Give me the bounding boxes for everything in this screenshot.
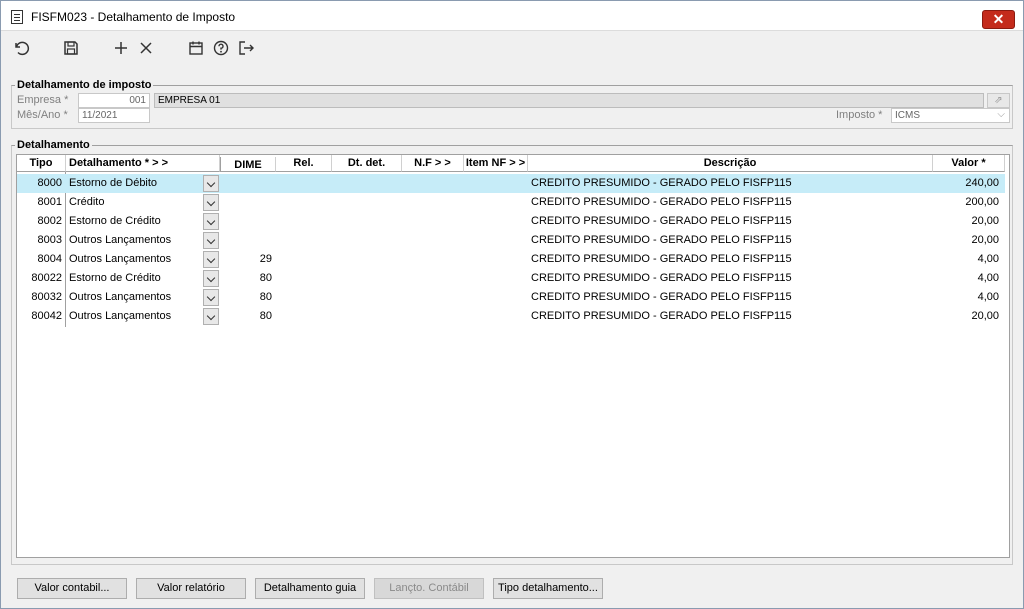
cell-tipo[interactable]: 80042 (17, 307, 62, 326)
table-row[interactable]: 80032 Outros Lançamentos 80 CREDITO PRESUMI… (17, 288, 1005, 307)
cell-valor[interactable]: 20,00 (933, 231, 999, 250)
cell-tipo[interactable]: 8003 (17, 231, 62, 250)
table-row[interactable]: 8002 Estorno de Crédito CREDITO PRESUMIDO … (17, 212, 1005, 231)
cell-dime[interactable]: 80 (220, 307, 272, 326)
cell-dime[interactable] (220, 174, 272, 193)
cell-detalhamento[interactable]: Outros Lançamentos (69, 231, 201, 250)
mes-ano-label: Mês/Ano * (17, 109, 68, 121)
cell-valor[interactable]: 200,00 (933, 193, 999, 212)
cell-valor[interactable]: 4,00 (933, 250, 999, 269)
cell-valor[interactable]: 4,00 (933, 269, 999, 288)
cell-descricao[interactable]: CREDITO PRESUMIDO - GERADO PELO FISFP115 (531, 307, 931, 326)
detail-grid: Tipo Detalhamento * > > DIME Rel. Dt. de… (16, 154, 1010, 558)
table-row[interactable]: 80042 Outros Lançamentos 80 CREDITO PRESUMI… (17, 307, 1005, 326)
cell-tipo[interactable]: 8000 (17, 174, 62, 193)
table-row[interactable]: 8004 Outros Lançamentos 29 CREDITO PRESUMID… (17, 250, 1005, 269)
cell-tipo[interactable]: 8004 (17, 250, 62, 269)
detail-group-legend: Detalhamento (15, 139, 92, 151)
empresa-label: Empresa * (17, 94, 69, 106)
detalhamento-guia-button[interactable]: Detalhamento guia (255, 578, 365, 599)
col-header-descricao[interactable]: Descrição (528, 155, 933, 172)
cell-detalhamento[interactable]: Estorno de Crédito (69, 269, 201, 288)
cell-tipo[interactable]: 8002 (17, 212, 62, 231)
cell-detalhamento[interactable]: Crédito (69, 193, 201, 212)
cell-valor[interactable]: 4,00 (933, 288, 999, 307)
toolbar (1, 32, 1023, 64)
cell-descricao[interactable]: CREDITO PRESUMIDO - GERADO PELO FISFP115 (531, 193, 931, 212)
cell-valor[interactable]: 20,00 (933, 212, 999, 231)
col-header-dime[interactable]: DIME (220, 157, 276, 172)
table-row[interactable]: 8003 Outros Lançamentos CREDITO PRESUMIDO … (17, 231, 1005, 250)
table-row[interactable]: 8001 Crédito CREDITO PRESUMIDO - GERADO PE… (17, 193, 1005, 212)
lancto-contabil-button: Lançto. Contábil (374, 578, 484, 599)
cell-detalhamento[interactable]: Estorno de Débito (69, 174, 201, 193)
col-header-dt-det[interactable]: Dt. det. (332, 155, 402, 172)
cell-descricao[interactable]: CREDITO PRESUMIDO - GERADO PELO FISFP115 (531, 250, 931, 269)
undo-icon[interactable] (12, 39, 32, 59)
chevron-down-icon: ⌵ (997, 109, 1005, 120)
valor-relatorio-button[interactable]: Valor relatório (136, 578, 246, 599)
tipo-detalhamento-button[interactable]: Tipo detalhamento... (493, 578, 603, 599)
chevron-down-icon[interactable] (203, 251, 219, 268)
save-icon[interactable] (62, 39, 82, 59)
title-bar: FISFM023 - Detalhamento de Imposto ✕ (1, 1, 1023, 31)
exit-icon[interactable] (237, 39, 257, 59)
empresa-lookup-icon[interactable]: ⇗ (987, 93, 1010, 108)
cell-detalhamento[interactable]: Outros Lançamentos (69, 250, 201, 269)
cell-detalhamento[interactable]: Outros Lançamentos (69, 288, 201, 307)
cell-detalhamento[interactable]: Outros Lançamentos (69, 307, 201, 326)
empresa-code-field[interactable]: 001 (78, 93, 150, 108)
cell-detalhamento[interactable]: Estorno de Crédito (69, 212, 201, 231)
col-header-valor[interactable]: Valor * (933, 155, 1005, 172)
mes-ano-field[interactable]: 11/2021 (78, 108, 150, 123)
main-window: FISFM023 - Detalhamento de Imposto ✕ Det… (0, 0, 1024, 609)
cell-dime[interactable]: 80 (220, 288, 272, 307)
cell-valor[interactable]: 20,00 (933, 307, 999, 326)
cell-descricao[interactable]: CREDITO PRESUMIDO - GERADO PELO FISFP115 (531, 231, 931, 250)
cell-dime[interactable]: 80 (220, 269, 272, 288)
col-header-nf[interactable]: N.F > > (402, 155, 464, 172)
col-header-tipo[interactable]: Tipo (17, 155, 66, 172)
window-title: FISFM023 - Detalhamento de Imposto (31, 10, 236, 24)
table-row[interactable]: 8000 Estorno de Débito CREDITO PRESUMIDO -… (17, 174, 1005, 193)
chevron-down-icon[interactable] (203, 213, 219, 230)
delete-icon[interactable] (137, 39, 157, 59)
cell-descricao[interactable]: CREDITO PRESUMIDO - GERADO PELO FISFP115 (531, 269, 931, 288)
chevron-down-icon[interactable] (203, 289, 219, 306)
chevron-down-icon[interactable] (203, 194, 219, 211)
col-header-rel[interactable]: Rel. (276, 155, 332, 172)
imposto-value: ICMS (895, 110, 920, 121)
cell-dime[interactable]: 29 (220, 250, 272, 269)
valor-contabil-button[interactable]: Valor contabil... (17, 578, 127, 599)
cell-valor[interactable]: 240,00 (933, 174, 999, 193)
chevron-down-icon[interactable] (203, 270, 219, 287)
header-group-legend: Detalhamento de imposto (15, 79, 154, 91)
col-header-detalhamento[interactable]: Detalhamento * > > (66, 155, 220, 172)
cell-dime[interactable] (220, 212, 272, 231)
imposto-select[interactable]: ICMS ⌵ (891, 108, 1010, 123)
cell-dime[interactable] (220, 193, 272, 212)
cell-tipo[interactable]: 8001 (17, 193, 62, 212)
cell-tipo[interactable]: 80022 (17, 269, 62, 288)
cell-descricao[interactable]: CREDITO PRESUMIDO - GERADO PELO FISFP115 (531, 174, 931, 193)
chevron-down-icon[interactable] (203, 308, 219, 325)
chevron-down-icon[interactable] (203, 232, 219, 249)
cell-descricao[interactable]: CREDITO PRESUMIDO - GERADO PELO FISFP115 (531, 212, 931, 231)
imposto-label: Imposto * (836, 109, 883, 121)
help-icon[interactable] (212, 39, 232, 59)
document-icon (11, 10, 23, 24)
cell-dime[interactable] (220, 231, 272, 250)
empresa-name-field: EMPRESA 01 (154, 93, 984, 108)
col-header-item-nf[interactable]: Item NF > > (464, 155, 528, 172)
cell-descricao[interactable]: CREDITO PRESUMIDO - GERADO PELO FISFP115 (531, 288, 931, 307)
close-button[interactable]: ✕ (982, 10, 1015, 29)
calendar-icon[interactable] (187, 39, 207, 59)
cell-tipo[interactable]: 80032 (17, 288, 62, 307)
chevron-down-icon[interactable] (203, 175, 219, 192)
add-icon[interactable] (112, 39, 132, 59)
table-row[interactable]: 80022 Estorno de Crédito 80 CREDITO PRESUMI… (17, 269, 1005, 288)
